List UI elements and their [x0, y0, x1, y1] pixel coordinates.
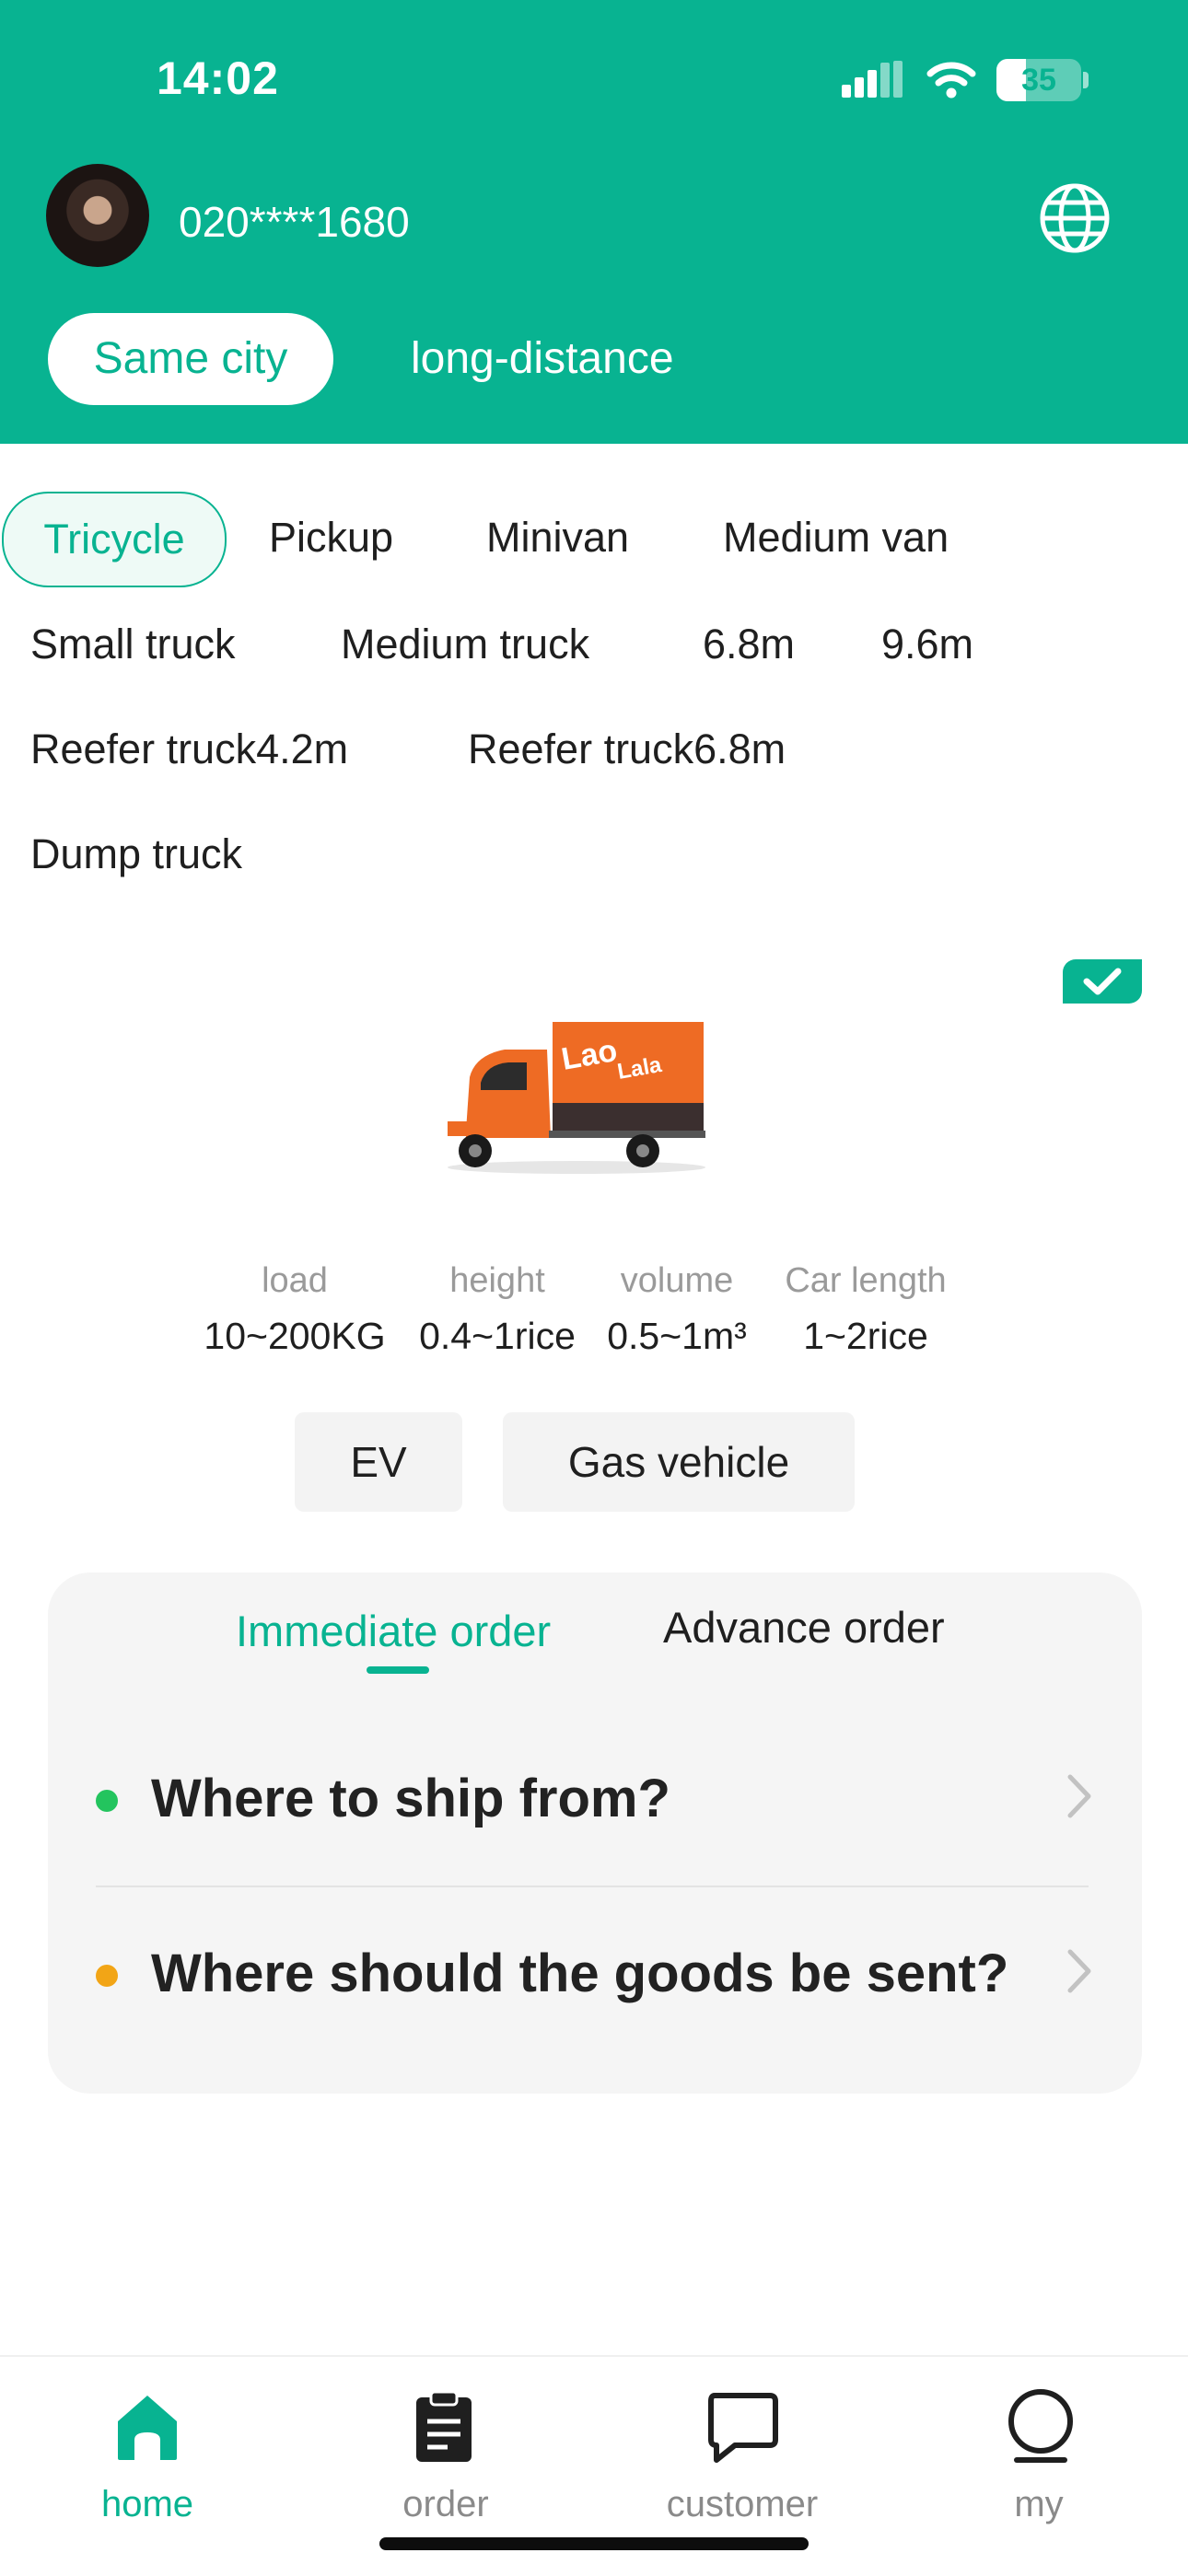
divider: [96, 1886, 1089, 1887]
clipboard-icon[interactable]: [405, 2386, 483, 2464]
chat-icon[interactable]: [704, 2386, 781, 2464]
avatar[interactable]: [46, 164, 149, 267]
vehicle-chip-6-8m[interactable]: 6.8m: [703, 598, 795, 690]
nav-my-label[interactable]: my: [928, 2484, 1149, 2525]
vehicle-chip-medium-truck[interactable]: Medium truck: [341, 598, 589, 690]
ship-to-prompt[interactable]: Where should the goods be sent?: [151, 1943, 1008, 2004]
vehicle-chip-reefer-6-8m[interactable]: Reefer truck6.8m: [468, 703, 786, 795]
spec-length-label: Car length: [785, 1261, 947, 1300]
ship-from-prompt[interactable]: Where to ship from?: [151, 1768, 670, 1829]
battery-cap: [1083, 72, 1089, 88]
ev-option-button[interactable]: EV: [295, 1412, 462, 1512]
vehicle-chip-9-6m[interactable]: 9.6m: [881, 598, 973, 690]
wifi-icon: [926, 62, 976, 99]
nav-customer-label[interactable]: customer: [632, 2484, 853, 2525]
chevron-right-icon[interactable]: [1063, 1946, 1094, 1996]
person-icon[interactable]: [1002, 2386, 1079, 2464]
vehicle-chip-small-truck[interactable]: Small truck: [30, 598, 236, 690]
home-indicator: [379, 2537, 809, 2550]
globe-icon[interactable]: [1037, 180, 1112, 256]
vehicle-chip-reefer-4-2m[interactable]: Reefer truck4.2m: [30, 703, 348, 795]
signal-icon: [842, 61, 903, 98]
tricycle-truck-image: Lao Lala: [448, 1022, 705, 1174]
vehicle-chip-tricycle[interactable]: Tricycle: [2, 492, 227, 587]
active-tab-indicator: [367, 1666, 429, 1674]
nav-order-label[interactable]: order: [335, 2484, 556, 2525]
spec-height-label: height: [449, 1261, 545, 1300]
order-card: [48, 1572, 1142, 2094]
battery-icon: 35: [996, 59, 1081, 101]
status-time: 14:02: [157, 52, 279, 104]
battery-percent: 35: [1021, 63, 1056, 98]
home-icon[interactable]: [109, 2386, 186, 2464]
spec-length-value: 1~2rice: [803, 1315, 928, 1357]
check-icon: [1063, 959, 1142, 1004]
spec-height-value: 0.4~1rice: [419, 1315, 576, 1357]
spec-load-label: load: [262, 1261, 328, 1300]
destination-dot: [96, 1965, 118, 1987]
user-phone: 020****1680: [179, 198, 410, 246]
vehicle-chip-pickup[interactable]: Pickup: [269, 492, 393, 584]
tab-same-city[interactable]: Same city: [48, 313, 333, 405]
vehicle-chip-medium-van[interactable]: Medium van: [723, 492, 949, 584]
tab-long-distance[interactable]: long-distance: [411, 313, 674, 405]
vehicle-chip-minivan[interactable]: Minivan: [486, 492, 629, 584]
spec-volume-value: 0.5~1m³: [607, 1315, 747, 1357]
nav-home-label[interactable]: home: [37, 2484, 258, 2525]
tab-advance-order[interactable]: Advance order: [663, 1602, 945, 1653]
gas-vehicle-option-button[interactable]: Gas vehicle: [503, 1412, 855, 1512]
chevron-right-icon[interactable]: [1063, 1771, 1094, 1821]
vehicle-chip-dump-truck[interactable]: Dump truck: [30, 808, 242, 900]
tab-immediate-order[interactable]: Immediate order: [236, 1606, 551, 1656]
spec-load-value: 10~200KG: [204, 1315, 386, 1357]
spec-volume-label: volume: [620, 1261, 734, 1300]
origin-dot: [96, 1790, 118, 1812]
